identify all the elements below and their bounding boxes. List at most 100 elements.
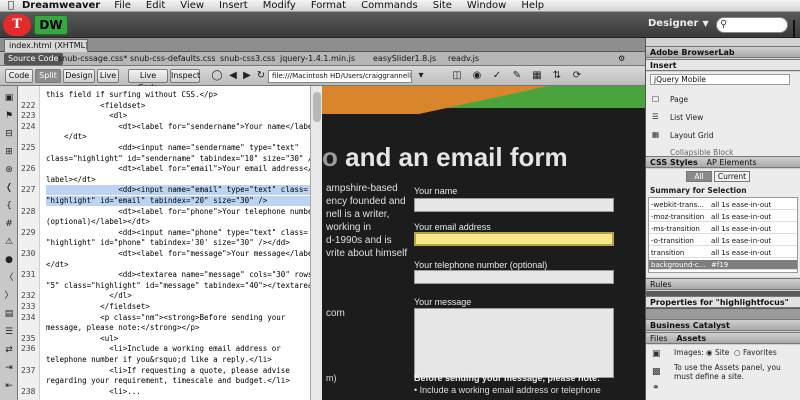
refresh-icon[interactable]: ↻: [254, 70, 268, 82]
code-line[interactable]: <li>If requesting a quote, please advise: [46, 366, 310, 376]
colors-category-icon[interactable]: ▩: [652, 367, 661, 377]
menu-view[interactable]: View: [180, 0, 204, 11]
code-line[interactable]: label></dt>: [46, 175, 310, 185]
remove-comment-icon[interactable]: 〉: [3, 290, 15, 302]
related-file[interactable]: easySlider1.8.js: [373, 54, 436, 63]
related-file[interactable]: jquery-1.4.1.min.js: [280, 54, 355, 63]
select-parent-tag-icon[interactable]: ❬: [3, 182, 15, 194]
tab-css-styles[interactable]: CSS Styles: [650, 158, 698, 167]
related-file[interactable]: snub-css-defaults.css: [130, 54, 216, 63]
collapse-selection-icon[interactable]: ⊞: [3, 146, 15, 158]
code-line[interactable]: </fieldset>: [46, 302, 310, 312]
code-line[interactable]: <p class="nm"><strong>Before sending you…: [46, 313, 310, 323]
tab-assets[interactable]: Assets: [676, 334, 706, 343]
indent-icon[interactable]: ⇥: [3, 362, 15, 374]
code-line[interactable]: </dt>: [46, 132, 310, 142]
business-catalyst-title[interactable]: Business Catalyst: [646, 319, 800, 331]
globe-icon[interactable]: ◯: [210, 70, 224, 82]
insert-category-select[interactable]: jQuery Mobile: [650, 74, 790, 85]
code-line[interactable]: message, please note:</strong></p>: [46, 323, 310, 333]
insert-item-list-view[interactable]: List View: [670, 113, 703, 122]
name-input[interactable]: [414, 198, 614, 212]
code-line[interactable]: <li>Include a working email address or: [46, 344, 310, 354]
code-line[interactable]: <dt><label for="message">Your message</l…: [46, 249, 310, 259]
code-line[interactable]: <dt><label for="email">Your email addres…: [46, 164, 310, 174]
related-file[interactable]: readv.js: [448, 54, 479, 63]
show-code-navigator-icon[interactable]: ⚑: [3, 110, 15, 122]
favorites-radio[interactable]: ○ Favorites: [734, 348, 777, 357]
help-search-input[interactable]: ⚲: [716, 17, 788, 33]
code-line[interactable]: this field if surfing without CSS.</p>: [46, 90, 310, 100]
current-mode-button[interactable]: Current: [714, 171, 750, 182]
menu-help[interactable]: Help: [521, 0, 544, 11]
property-row-selected[interactable]: background-c... #f19: [649, 260, 797, 270]
code-line[interactable]: <dd><textarea name="message" cols="30" r…: [46, 270, 310, 280]
message-textarea[interactable]: [414, 308, 614, 378]
property-row[interactable]: transition all 1s ease-in-out: [649, 248, 797, 258]
move-css-icon[interactable]: ⇄: [3, 344, 15, 356]
tab-ap-elements[interactable]: AP Elements: [707, 158, 757, 167]
highlight-invalid-code-icon[interactable]: ⚠: [3, 236, 15, 248]
insert-item-layout-grid[interactable]: Layout Grid: [670, 131, 714, 140]
menu-commands[interactable]: Commands: [361, 0, 418, 11]
address-bar[interactable]: file:///Macintosh HD/Users/craiggrannell…: [268, 70, 412, 83]
related-file[interactable]: snub-css3.css: [220, 54, 275, 63]
multiscreen-icon[interactable]: ◫: [450, 70, 464, 82]
workspace-switcher[interactable]: Designer ▼: [648, 18, 709, 29]
collapse-tag-icon[interactable]: ⊟: [3, 128, 15, 140]
file-management-icon[interactable]: ⇅: [550, 70, 564, 82]
wrap-tag-icon[interactable]: ▤: [3, 308, 15, 320]
live-design-view[interactable]: o and an email form ampshire-based ency …: [322, 86, 645, 400]
refresh-design-icon[interactable]: ⟳: [570, 70, 584, 82]
app-menu[interactable]: Dreamweaver: [22, 0, 100, 11]
chevron-down-icon[interactable]: ▾: [414, 70, 428, 82]
menu-insert[interactable]: Insert: [219, 0, 248, 11]
rules-section[interactable]: Rules: [646, 278, 800, 290]
live-view-button[interactable]: Live: [97, 69, 119, 83]
syntax-error-icon[interactable]: ●: [3, 254, 15, 266]
code-scrollbar[interactable]: [310, 86, 322, 400]
code-line[interactable]: "5" class="highlight" id="message" tabin…: [46, 281, 310, 291]
split-view-button[interactable]: Split: [35, 69, 61, 83]
menu-modify[interactable]: Modify: [263, 0, 296, 11]
all-mode-button[interactable]: All: [686, 171, 712, 182]
menu-site[interactable]: Site: [433, 0, 452, 11]
phone-input[interactable]: [414, 270, 614, 284]
related-file[interactable]: snub-cssage.css*: [58, 54, 127, 63]
code-line[interactable]: class="highlight" id="sendername" tabind…: [46, 154, 310, 164]
browserlab-panel-title[interactable]: Adobe BrowserLab: [646, 46, 800, 58]
code-line[interactable]: <fieldset>: [46, 101, 310, 111]
code-line[interactable]: <dt><label for="phone">Your telephone nu…: [46, 207, 310, 217]
code-line[interactable]: "highlight" id="phone" tabindex='30' siz…: [46, 238, 310, 248]
scrollbar-thumb[interactable]: [313, 92, 321, 122]
code-line[interactable]: <dd><input name="sendername" type="text": [46, 143, 310, 153]
site-radio[interactable]: ◉ Site: [706, 348, 729, 357]
document-tab[interactable]: index.html (XHTML): [4, 39, 88, 52]
menu-edit[interactable]: Edit: [146, 0, 165, 11]
property-row[interactable]: -webkit-trans... all 1s ease-in-out: [649, 200, 797, 210]
outdent-icon[interactable]: ⇤: [3, 380, 15, 392]
menu-file[interactable]: File: [114, 0, 131, 11]
inspect-button[interactable]: Inspect: [170, 69, 200, 83]
menu-window[interactable]: Window: [467, 0, 506, 11]
property-row[interactable]: -moz-transition all 1s ease-in-out: [649, 212, 797, 222]
insert-panel-title[interactable]: Insert: [646, 59, 800, 71]
code-line[interactable]: "highlight" id="email" tabindex="20" siz…: [46, 196, 310, 206]
property-row[interactable]: -ms-transition all 1s ease-in-out: [649, 224, 797, 234]
apply-comment-icon[interactable]: 〈: [3, 272, 15, 284]
code-line[interactable]: (optional)</label></dt>: [46, 217, 310, 227]
code-line[interactable]: <dl>: [46, 111, 310, 121]
email-input[interactable]: [414, 232, 614, 246]
validate-icon[interactable]: ✎: [510, 70, 524, 82]
property-row[interactable]: -o-transition all 1s ease-in-out: [649, 236, 797, 246]
filter-icon[interactable]: ⚙: [618, 54, 625, 63]
code-line[interactable]: <dd><input name="email" type="text" clas…: [46, 185, 310, 196]
related-file-source-code[interactable]: Source Code: [4, 53, 63, 65]
code-line[interactable]: <dd><input name="phone" type="text" clas…: [46, 228, 310, 238]
code-line[interactable]: </dl>: [46, 291, 310, 301]
recent-snippets-icon[interactable]: ☰: [3, 326, 15, 338]
code-line[interactable]: regarding your requirement, timescale an…: [46, 376, 310, 386]
images-category-icon[interactable]: ▣: [652, 349, 661, 359]
code-line[interactable]: <ul>: [46, 334, 310, 344]
balance-braces-icon[interactable]: {: [3, 200, 15, 212]
